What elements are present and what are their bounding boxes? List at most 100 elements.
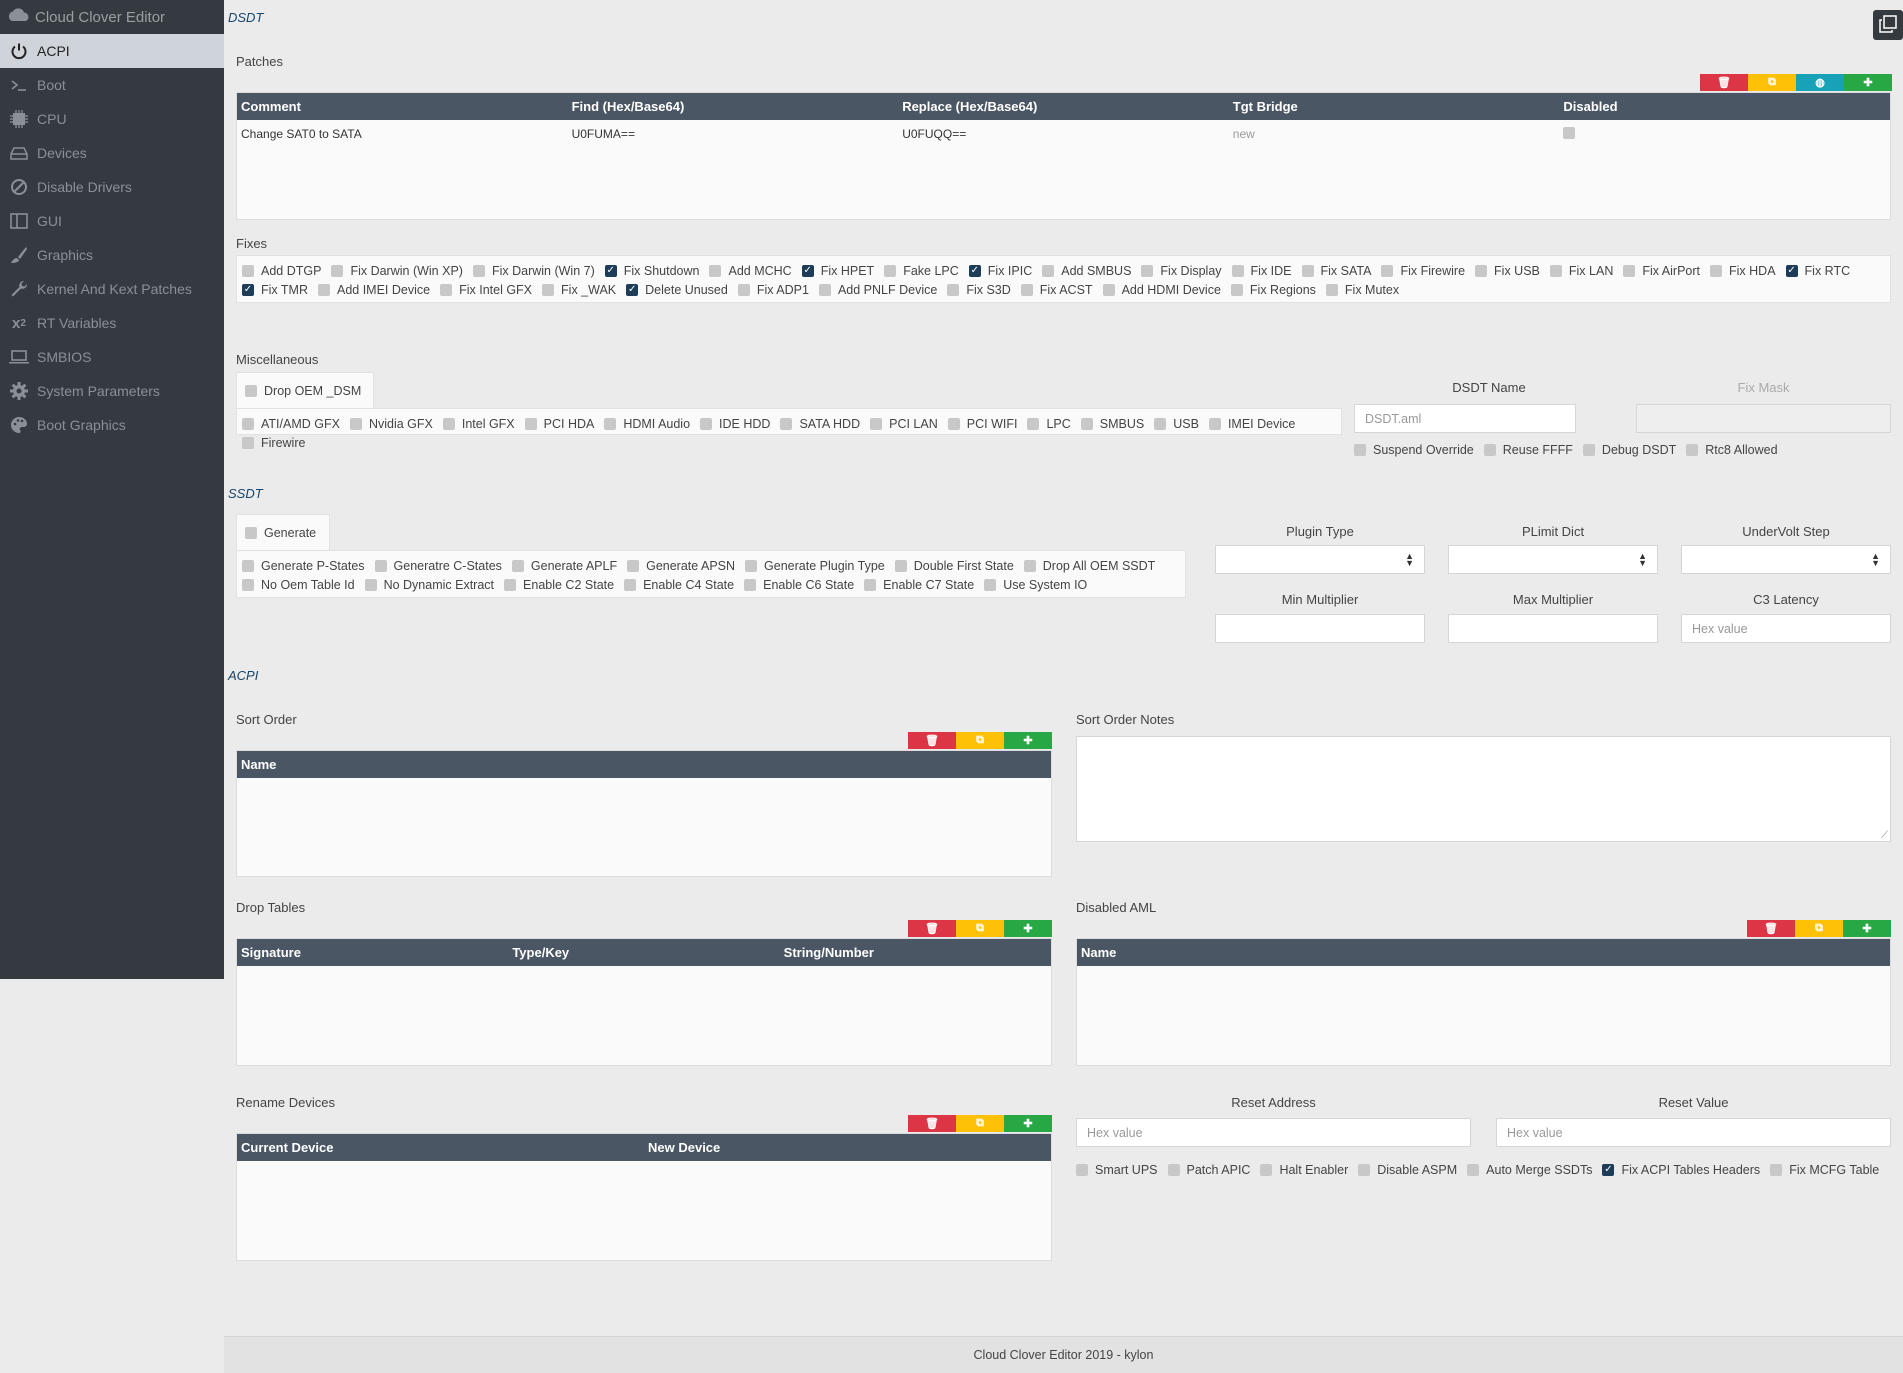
fix-checkbox[interactable]: ✓ Fix Shutdown: [604, 261, 699, 280]
fix-checkbox[interactable]: Fix S3D: [947, 280, 1011, 299]
ssdt-checkbox[interactable]: Enable C2 State: [504, 575, 614, 594]
ssdt-checkbox[interactable]: Generate APLF: [511, 556, 617, 575]
sidebar-item-gui[interactable]: GUI: [0, 204, 224, 238]
delete-button[interactable]: 🗑: [908, 1115, 956, 1132]
add-button[interactable]: ✚: [1843, 920, 1891, 937]
sidebar-item-system-parameters[interactable]: System Parameters: [0, 374, 224, 408]
fix-checkbox[interactable]: Add IMEI Device: [318, 280, 430, 299]
ssdt-checkbox[interactable]: Enable C4 State: [624, 575, 734, 594]
fix-checkbox[interactable]: Add SMBUS: [1042, 261, 1131, 280]
duplicate-button[interactable]: ⧉: [956, 920, 1004, 937]
ssdt-checkbox[interactable]: Generate P-States: [242, 556, 365, 575]
misc-checkbox[interactable]: HDMI Audio: [604, 414, 690, 433]
dsdt-option-checkbox[interactable]: Reuse FFFF: [1483, 440, 1573, 459]
reset-address-input[interactable]: Hex value: [1076, 1118, 1471, 1147]
generate-tab[interactable]: Generate: [236, 514, 330, 550]
cell-comment[interactable]: Change SAT0 to SATA: [237, 127, 568, 141]
fix-checkbox[interactable]: ✓ Fix TMR: [242, 280, 308, 299]
fix-checkbox[interactable]: Fix USB: [1475, 261, 1540, 280]
plugin-type-select[interactable]: ▲ ▼: [1215, 545, 1425, 574]
fix-checkbox[interactable]: Add PNLF Device: [818, 280, 937, 299]
plimit-dict-select[interactable]: ▲ ▼: [1448, 545, 1658, 574]
fix-checkbox[interactable]: Fix ADP1: [737, 280, 809, 299]
cell-tgt-bridge[interactable]: new: [1229, 127, 1560, 141]
delete-button[interactable]: 🗑: [908, 732, 956, 749]
ssdt-checkbox[interactable]: Generate APSN: [627, 556, 735, 575]
fix-checkbox[interactable]: ✓ Fix HPET: [801, 261, 874, 280]
misc-checkbox[interactable]: Intel GFX: [442, 414, 515, 433]
fix-checkbox[interactable]: Fix Regions: [1230, 280, 1316, 299]
table-row[interactable]: Change SAT0 to SATA U0FUMA== U0FUQQ== ne…: [237, 120, 1890, 148]
undervolt-step-select[interactable]: ▲ ▼: [1681, 545, 1891, 574]
ssdt-checkbox[interactable]: Enable C7 State: [864, 575, 974, 594]
fix-checkbox[interactable]: Add DTGP: [242, 261, 321, 280]
ssdt-checkbox[interactable]: Generatre C-States: [374, 556, 502, 575]
fix-checkbox[interactable]: Fix Intel GFX: [440, 280, 532, 299]
acpi-option-checkbox[interactable]: Patch APIC: [1167, 1160, 1250, 1179]
cell-replace[interactable]: U0FUQQ==: [898, 127, 1229, 141]
misc-checkbox[interactable]: SATA HDD: [780, 414, 860, 433]
acpi-option-checkbox[interactable]: Smart UPS: [1076, 1160, 1158, 1179]
add-button[interactable]: ✚: [1844, 74, 1892, 91]
acpi-option-checkbox[interactable]: Disable ASPM: [1358, 1160, 1457, 1179]
acpi-option-checkbox[interactable]: ✓ Fix ACPI Tables Headers: [1602, 1160, 1760, 1179]
misc-checkbox[interactable]: Firewire: [242, 433, 305, 452]
fix-checkbox[interactable]: Fix ACST: [1020, 280, 1093, 299]
fix-checkbox[interactable]: Fix Firewire: [1381, 261, 1465, 280]
duplicate-button[interactable]: ⧉: [1795, 920, 1843, 937]
misc-checkbox[interactable]: LPC: [1027, 414, 1071, 433]
sidebar-item-boot[interactable]: Boot: [0, 68, 224, 102]
delete-button[interactable]: 🗑: [908, 920, 956, 937]
ssdt-checkbox[interactable]: Generate Plugin Type: [745, 556, 885, 575]
sidebar-item-acpi[interactable]: ACPI: [0, 34, 224, 68]
dsdt-option-checkbox[interactable]: Rtc8 Allowed: [1686, 440, 1778, 459]
ssdt-checkbox[interactable]: Double First State: [894, 556, 1014, 575]
sidebar-item-kernel-kext[interactable]: Kernel And Kext Patches: [0, 272, 224, 306]
fix-checkbox[interactable]: Fix _WAK: [542, 280, 616, 299]
fix-checkbox[interactable]: Add HDMI Device: [1102, 280, 1221, 299]
min-multiplier-input[interactable]: [1215, 614, 1425, 643]
reset-value-input[interactable]: Hex value: [1496, 1118, 1891, 1147]
sidebar-item-graphics[interactable]: Graphics: [0, 238, 224, 272]
max-multiplier-input[interactable]: [1448, 614, 1658, 643]
fix-checkbox[interactable]: Fix IDE: [1231, 261, 1292, 280]
fix-checkbox[interactable]: Fix LAN: [1549, 261, 1613, 280]
duplicate-button[interactable]: ⧉: [956, 732, 1004, 749]
sidebar-item-cpu[interactable]: CPU: [0, 102, 224, 136]
ssdt-checkbox[interactable]: Use System IO: [984, 575, 1087, 594]
misc-checkbox[interactable]: USB: [1154, 414, 1199, 433]
fix-checkbox[interactable]: Fix Display: [1141, 261, 1222, 280]
fix-checkbox[interactable]: Fix Darwin (Win XP): [331, 261, 463, 280]
web-button[interactable]: ◍: [1796, 74, 1844, 91]
fix-checkbox[interactable]: Fix SATA: [1301, 261, 1371, 280]
dsdt-name-input[interactable]: DSDT.aml: [1354, 404, 1576, 433]
fix-checkbox[interactable]: Fix HDA: [1710, 261, 1776, 280]
dsdt-option-checkbox[interactable]: Debug DSDT: [1582, 440, 1676, 459]
fix-checkbox[interactable]: Fake LPC: [884, 261, 959, 280]
resize-handle-icon[interactable]: ⟋: [1881, 830, 1888, 841]
fix-checkbox[interactable]: ✓ Delete Unused: [626, 280, 728, 299]
sort-order-notes-textarea[interactable]: ⟋: [1076, 736, 1891, 842]
duplicate-button[interactable]: ⧉: [956, 1115, 1004, 1132]
delete-button[interactable]: 🗑: [1700, 74, 1748, 91]
misc-checkbox[interactable]: PCI HDA: [524, 414, 594, 433]
misc-checkbox[interactable]: PCI WIFI: [947, 414, 1017, 433]
misc-checkbox[interactable]: IDE HDD: [700, 414, 770, 433]
misc-checkbox[interactable]: Nvidia GFX: [349, 414, 433, 433]
app-brand[interactable]: Cloud Clover Editor: [0, 0, 224, 34]
sidebar-item-boot-graphics[interactable]: Boot Graphics: [0, 408, 224, 442]
misc-checkbox[interactable]: PCI LAN: [870, 414, 938, 433]
acpi-option-checkbox[interactable]: Halt Enabler: [1260, 1160, 1348, 1179]
fix-checkbox[interactable]: Fix Mutex: [1325, 280, 1399, 299]
sidebar-item-disable-drivers[interactable]: Disable Drivers: [0, 170, 224, 204]
fix-checkbox[interactable]: ✓ Fix IPIC: [968, 261, 1032, 280]
sidebar-item-rt-variables[interactable]: x2 RT Variables: [0, 306, 224, 340]
drop-oem-dsm-checkbox[interactable]: Drop OEM _DSM: [245, 381, 361, 400]
ssdt-checkbox[interactable]: Drop All OEM SSDT: [1023, 556, 1155, 575]
ssdt-checkbox[interactable]: No Oem Table Id: [242, 575, 355, 594]
dsdt-option-checkbox[interactable]: Suspend Override: [1354, 440, 1474, 459]
ssdt-checkbox[interactable]: Enable C6 State: [744, 575, 854, 594]
fix-checkbox[interactable]: Fix AirPort: [1623, 261, 1700, 280]
misc-checkbox[interactable]: IMEI Device: [1208, 414, 1295, 433]
add-button[interactable]: ✚: [1004, 732, 1052, 749]
